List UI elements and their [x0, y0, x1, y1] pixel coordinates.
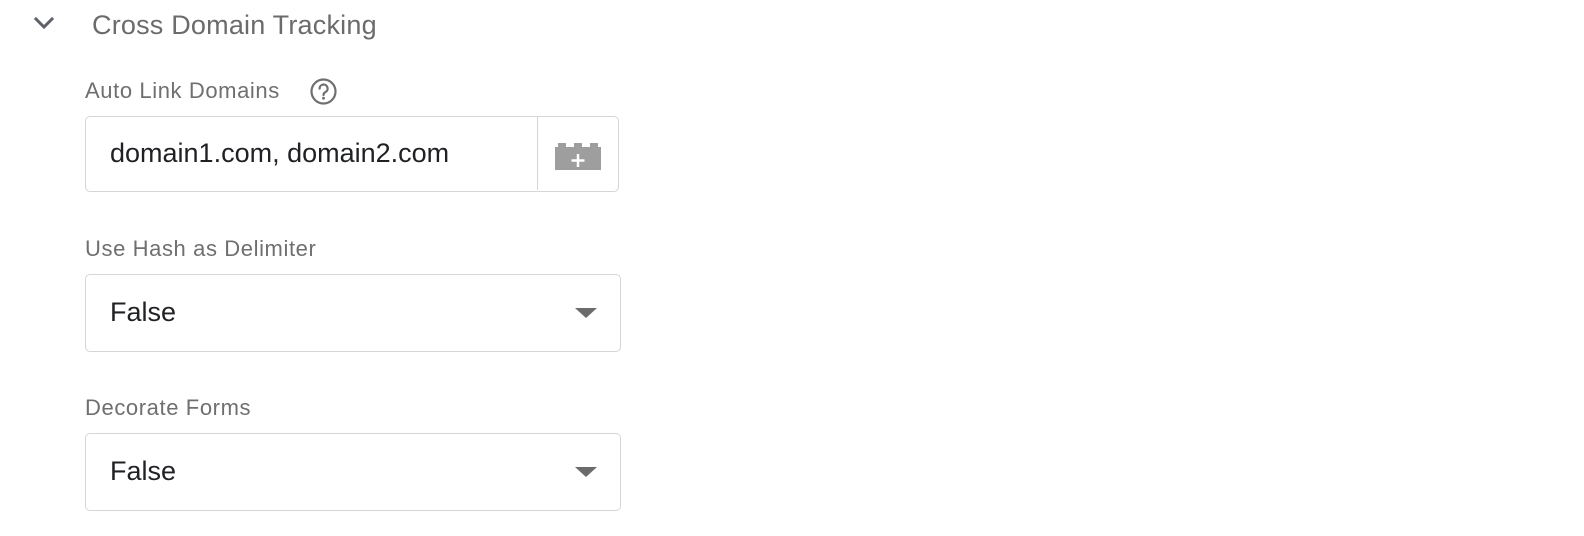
use-hash-delimiter-label: Use Hash as Delimiter — [85, 236, 317, 261]
use-hash-delimiter-select[interactable]: False — [85, 274, 621, 352]
auto-link-domains-field — [85, 116, 619, 192]
decorate-forms-label: Decorate Forms — [85, 395, 252, 420]
section-header: Cross Domain Tracking — [0, 0, 700, 52]
select-value: False — [110, 456, 177, 486]
decorate-forms-select[interactable]: False — [85, 433, 621, 511]
help-circle-icon[interactable] — [309, 77, 338, 106]
chevron-down-icon[interactable] — [30, 9, 58, 37]
select-value: False — [110, 297, 177, 327]
add-variable-button[interactable] — [537, 117, 618, 190]
auto-link-domains-label: Auto Link Domains — [85, 78, 280, 103]
dropdown-arrow-icon — [575, 308, 597, 318]
add-variable-icon — [555, 143, 601, 170]
auto-link-domains-input[interactable] — [86, 117, 538, 190]
section-title: Cross Domain Tracking — [92, 10, 377, 40]
dropdown-arrow-icon — [575, 467, 597, 477]
